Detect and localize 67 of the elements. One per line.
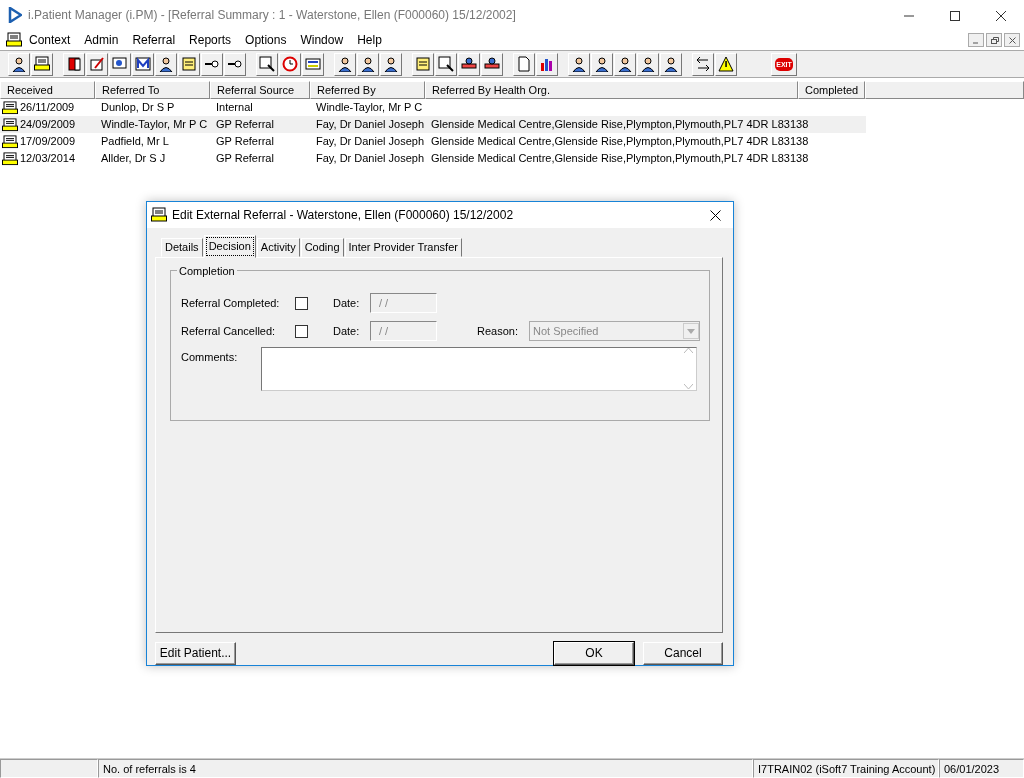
tab[interactable]: Activity bbox=[256, 238, 300, 257]
table-cell-text: 24/09/2009 bbox=[20, 117, 76, 132]
dialog-title: Edit External Referral - Waterstone, Ellen (F000060) 15/12/2002 bbox=[172, 207, 514, 224]
dropdown-caret-icon bbox=[687, 328, 695, 334]
field-label: Comments: bbox=[181, 350, 239, 365]
close-icon[interactable] bbox=[709, 210, 721, 222]
field-label: Date: bbox=[333, 323, 361, 339]
table-cell: Fay, Dr Daniel Joseph bbox=[316, 152, 424, 164]
field-label: Date: bbox=[333, 295, 361, 311]
table-cell: GP Referral bbox=[216, 135, 274, 147]
table-cell: Glenside Medical Centre,Glenside Rise,Plympton,Plymouth,PL7 4DR L83138 bbox=[431, 135, 809, 147]
table-cell: Padfield, Mr L bbox=[101, 135, 169, 147]
field-label: Reason: bbox=[477, 323, 519, 339]
table-cell: Glenside Medical Centre,Glenside Rise,Plympton,Plymouth,PL7 4DR L83138 bbox=[431, 118, 809, 130]
column-header[interactable]: Completed bbox=[798, 81, 865, 99]
menu-item[interactable]: Context bbox=[22, 31, 78, 49]
table-cell: Windle-Taylor, Mr P C bbox=[316, 101, 423, 113]
menu-item[interactable]: Options bbox=[238, 31, 294, 49]
menu-item[interactable]: Reports bbox=[182, 31, 239, 49]
table-row[interactable]: 12/03/2014 Allder, Dr S J GP Referral Fay, Dr Daniel Joseph Glenside Medical Centre,Glenside Rise,Plympton,Plymouth,PL7 4DR L83138 bbox=[0, 150, 866, 167]
table-cell: GP Referral bbox=[216, 118, 274, 130]
field-label: Referral Completed: bbox=[181, 295, 281, 311]
checkbox[interactable] bbox=[295, 324, 308, 338]
cancel-button[interactable]: Cancel bbox=[643, 642, 723, 665]
menu-item[interactable]: Admin bbox=[77, 31, 126, 49]
close-icon[interactable] bbox=[1007, 36, 1017, 46]
column-header[interactable]: Referral Source bbox=[210, 81, 310, 99]
tab[interactable]: Decision bbox=[203, 235, 256, 258]
table-cell: Windle-Taylor, Mr P C bbox=[101, 118, 208, 130]
table-cell-text: 12/03/2014 bbox=[20, 151, 76, 166]
menu-item[interactable]: Window bbox=[293, 31, 351, 49]
menu-item[interactable]: Referral bbox=[125, 31, 183, 49]
window-title: i.Patient Manager (i.PM) - [Referral Summary : 1 - Waterstone, Ellen (F000060) 15/12/2002] bbox=[28, 7, 516, 24]
referral-icon bbox=[151, 207, 167, 223]
table-cell: Dunlop, Dr S P bbox=[101, 101, 175, 113]
column-header[interactable]: Referred To bbox=[95, 81, 210, 99]
table-cell: Internal bbox=[216, 101, 253, 113]
table-cell: Fay, Dr Daniel Joseph bbox=[316, 135, 424, 147]
maximize-icon[interactable] bbox=[950, 10, 960, 21]
app-logo-icon bbox=[8, 7, 22, 23]
status-text: I7TRAIN02 (iSoft7 Training Account) bbox=[753, 759, 939, 778]
document-menu-icon[interactable] bbox=[6, 32, 22, 48]
checkbox[interactable] bbox=[295, 296, 308, 310]
column-header[interactable]: Received bbox=[0, 81, 95, 99]
status-text: No. of referrals is 4 bbox=[98, 759, 753, 778]
column-header[interactable]: Referred By bbox=[310, 81, 425, 99]
close-icon[interactable] bbox=[996, 10, 1006, 21]
table-cell: Glenside Medical Centre,Glenside Rise,Plympton,Plymouth,PL7 4DR L83138 bbox=[431, 152, 809, 164]
ok-button[interactable]: OK bbox=[554, 642, 634, 665]
table-cell: Fay, Dr Daniel Joseph bbox=[316, 118, 424, 130]
table-row[interactable]: 17/09/2009 Padfield, Mr L GP Referral Fay, Dr Daniel Joseph Glenside Medical Centre,Glenside Rise,Plympton,Plymouth,PL7 4DR L83138 bbox=[0, 133, 866, 150]
field-label: Referral Cancelled: bbox=[181, 323, 277, 339]
menu-item[interactable]: Help bbox=[350, 31, 389, 49]
tab[interactable]: Details bbox=[161, 238, 203, 257]
table-row[interactable]: 24/09/2009 Windle-Taylor, Mr P C GP Referral Fay, Dr Daniel Joseph Glenside Medical Centre,Glenside Rise,Plympton,Plymouth,PL7 4DR L83138 bbox=[0, 116, 866, 133]
table-row[interactable]: 26/11/2009 Dunlop, Dr S P Internal Windle-Taylor, Mr P C bbox=[0, 99, 866, 116]
table-cell-text: 17/09/2009 bbox=[20, 134, 76, 149]
referral-icon bbox=[2, 117, 18, 132]
tab[interactable]: Coding bbox=[300, 238, 344, 257]
edit-patient-button[interactable]: Edit Patient... bbox=[155, 642, 236, 665]
status-text: 06/01/2023 bbox=[939, 759, 1024, 778]
table-cell: GP Referral bbox=[216, 152, 274, 164]
table-cell: Allder, Dr S J bbox=[101, 152, 166, 164]
column-header[interactable]: Referred By Health Org. bbox=[425, 81, 798, 99]
restore-icon[interactable] bbox=[989, 36, 999, 46]
tab[interactable]: Inter Provider Transfer bbox=[344, 238, 462, 257]
table-cell-text: 26/11/2009 bbox=[20, 100, 75, 115]
